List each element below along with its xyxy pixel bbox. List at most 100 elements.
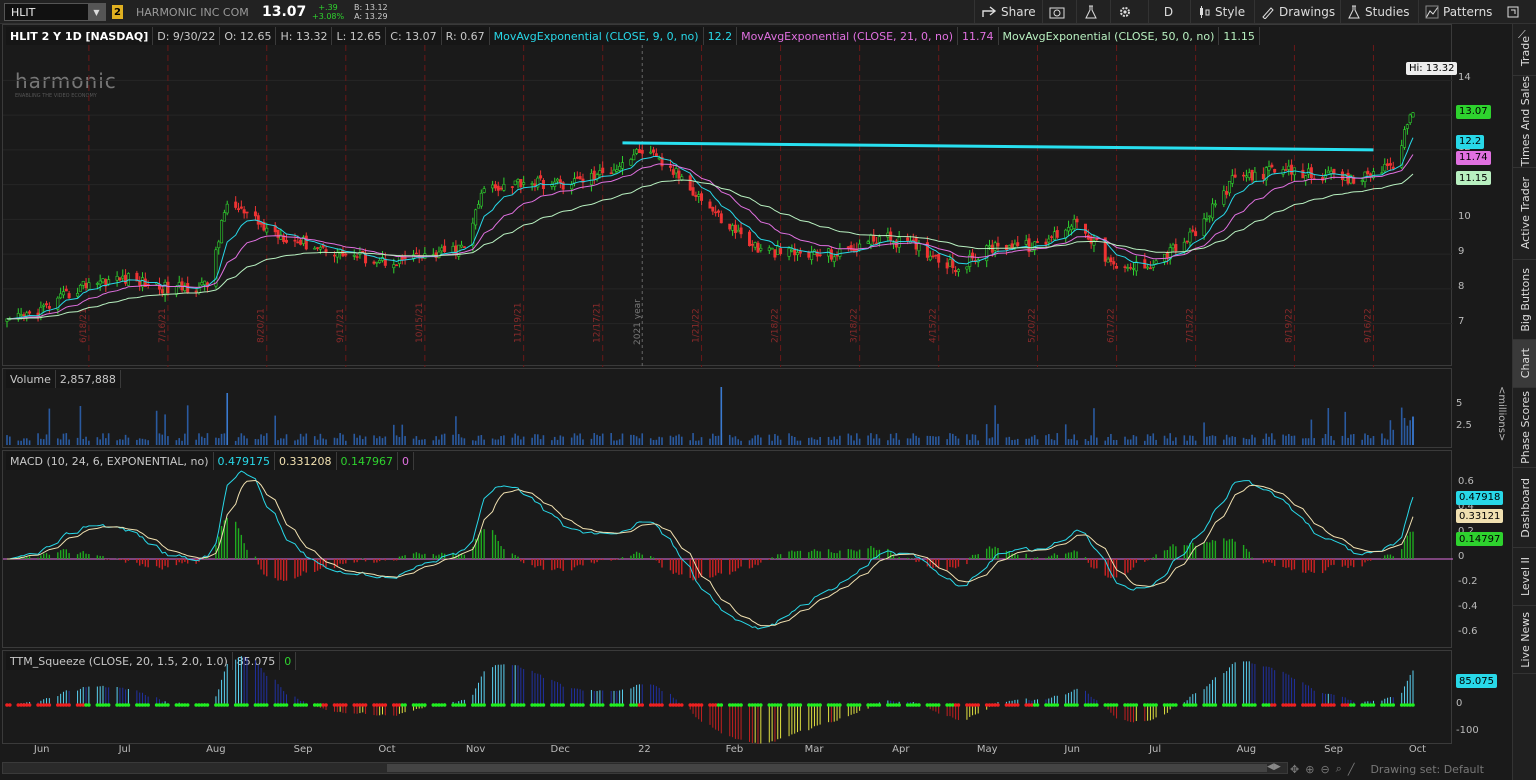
volume-bar — [282, 438, 285, 445]
candle-body — [1408, 114, 1412, 123]
magnifier-icon[interactable]: ⌕ — [1336, 762, 1342, 776]
chart-area[interactable]: HLIT 2 Y 1D [NASDAQ] D: 9/30/22 O: 12.65… — [0, 24, 1512, 764]
sidebar-tab-chart[interactable]: Chart — [1513, 340, 1536, 388]
candle-body — [253, 211, 257, 217]
expand-button[interactable] — [1500, 0, 1526, 24]
zoom-icon[interactable]: ⊕ — [1305, 763, 1314, 776]
price-chart-canvas[interactable]: 6/18/21 7/16/21 8/20/21 9/17/21 10/15/21 11/1… — [3, 25, 1453, 367]
volume-bar — [155, 410, 158, 445]
volume-bar — [635, 436, 638, 445]
snapshot-button[interactable] — [1042, 0, 1071, 24]
price-axis[interactable]: Hi: 13.32 141312111098713.0712.211.7411.… — [1406, 24, 1510, 366]
macd-pane[interactable]: MACD (10, 24, 6, EXPONENTIAL, no) 0.4791… — [2, 450, 1453, 649]
time-axis[interactable]: Jun Jul Aug Sep Oct Nov Dec 22 Feb Mar Apr May Jun Ju… — [2, 744, 1452, 760]
ttm-squeeze-dot — [778, 703, 783, 707]
volume-bar — [432, 440, 435, 445]
sidebar-tab-trade[interactable]: Trade — [1513, 28, 1536, 76]
share-button[interactable]: Share — [974, 0, 1042, 24]
link-group-badge[interactable]: 2 — [112, 5, 123, 19]
volume-bar — [373, 435, 375, 445]
candle-body — [1326, 170, 1330, 174]
volume-bar — [336, 438, 339, 445]
settings-button[interactable] — [1110, 0, 1139, 24]
volume-bar — [1087, 440, 1090, 445]
bid-price: B: 13.12 — [354, 3, 388, 12]
volume-bar — [1155, 439, 1157, 445]
candle-body — [558, 179, 562, 184]
ttm-squeeze-pane[interactable]: TTM_Squeeze (CLOSE, 20, 1.5, 2.0, 1.0) 8… — [2, 650, 1452, 744]
macd-chart-canvas[interactable] — [3, 451, 1453, 649]
volume-bar — [474, 440, 477, 445]
sidebar-tab-big-buttons[interactable]: Big Buttons — [1513, 260, 1536, 340]
volume-bar — [991, 437, 994, 445]
symbol-dropdown-button[interactable]: ▼ — [88, 4, 105, 20]
candle-body — [1191, 229, 1195, 232]
sidebar-tab-phase-scores[interactable]: Phase Scores — [1513, 388, 1536, 468]
studies-button[interactable]: Studies — [1340, 0, 1416, 24]
volume-bar — [1234, 436, 1236, 445]
candle-body — [668, 165, 672, 168]
volume-bar — [771, 440, 773, 445]
ttm-squeeze-dot — [581, 703, 585, 707]
volume-bar — [712, 433, 714, 445]
volume-bar — [1169, 433, 1171, 445]
candle-body — [714, 211, 718, 214]
horizontal-scrollbar[interactable]: ◀▶ — [2, 762, 1288, 774]
expiry-date-label: 12/17/21 — [593, 303, 603, 343]
sidebar-tab-times-and-sales[interactable]: Times And Sales — [1513, 76, 1536, 168]
price-pane[interactable]: HLIT 2 Y 1D [NASDAQ] D: 9/30/22 O: 12.65… — [2, 24, 1453, 367]
scrollbar-thumb[interactable] — [387, 764, 1267, 772]
candle-body — [440, 247, 444, 252]
candle-body — [1267, 166, 1271, 171]
sidebar-tab-active-trader[interactable]: Active Trader — [1513, 168, 1536, 260]
candle-body — [1004, 244, 1008, 250]
flask-button[interactable] — [1076, 0, 1105, 24]
volume-bar — [1225, 434, 1228, 445]
volume-bar — [539, 439, 542, 445]
candle-body — [1391, 166, 1395, 169]
volume-bar — [700, 437, 703, 445]
sidebar-tab-dashboard[interactable]: Dashboard — [1513, 468, 1536, 548]
volume-bar — [760, 437, 762, 445]
volume-bar — [836, 439, 838, 445]
candle-body — [1250, 169, 1254, 181]
candle-body — [237, 208, 241, 210]
time-axis-label: Aug — [1236, 744, 1257, 755]
volume-pane[interactable]: Volume 2,857,888 — [2, 368, 1452, 448]
pan-icon[interactable]: ✥ — [1290, 763, 1299, 776]
volume-chart-canvas[interactable] — [3, 369, 1453, 449]
volume-bar — [1064, 424, 1067, 445]
ttm-chart-canvas[interactable] — [3, 651, 1453, 745]
ttm-squeeze-dot — [1312, 703, 1316, 707]
candle-body — [657, 157, 661, 160]
candle-body — [937, 254, 941, 263]
drawings-button[interactable]: Drawings — [1254, 0, 1341, 24]
zoom-out-icon[interactable]: ⊖ — [1320, 763, 1329, 776]
candle-body — [451, 246, 455, 253]
candle-body — [615, 169, 619, 172]
volume-bar — [161, 434, 164, 445]
candle-body — [293, 239, 297, 242]
volume-bar — [1033, 435, 1036, 445]
patterns-button[interactable]: Patterns — [1418, 0, 1498, 24]
sidebar-tab-level-ii[interactable]: Level II — [1513, 548, 1536, 606]
candle-body — [1185, 240, 1189, 243]
time-axis-label: Jul — [1149, 744, 1162, 755]
drawing-set-label[interactable]: Drawing set: Default — [1370, 763, 1483, 776]
volume-bar — [672, 437, 675, 445]
volume-bar — [243, 435, 245, 445]
timeframe-button[interactable]: D — [1148, 0, 1188, 24]
candle-body — [1301, 169, 1305, 179]
volume-bar — [452, 434, 454, 445]
style-button[interactable]: Style — [1190, 0, 1251, 24]
candle-body — [635, 149, 639, 154]
volume-bar — [37, 433, 39, 445]
expiry-date-label: 11/19/21 — [514, 303, 524, 343]
volume-bar — [1290, 435, 1293, 445]
ttm-squeeze-dot — [857, 703, 862, 707]
drawing-tool-icon[interactable]: ╱ — [1348, 763, 1355, 776]
scroll-left-arrow[interactable]: ◀▶ — [1267, 762, 1281, 772]
sidebar-tab-live-news[interactable]: Live News — [1513, 606, 1536, 674]
ttm-squeeze-dot — [917, 703, 921, 707]
candle-body — [1244, 175, 1248, 178]
